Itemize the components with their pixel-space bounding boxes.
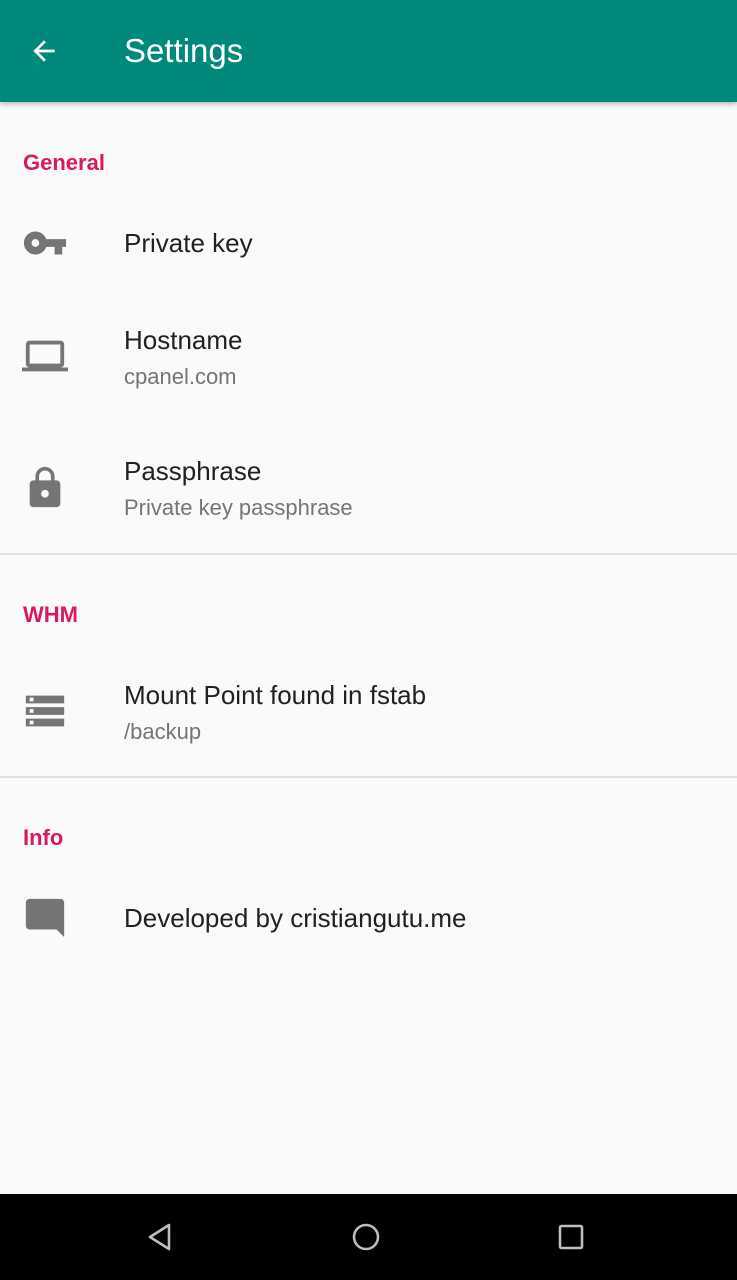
nav-recents-button[interactable] [545, 1211, 597, 1263]
back-triangle-icon [148, 1223, 171, 1251]
nav-home-button[interactable] [340, 1211, 392, 1263]
home-circle-icon [352, 1223, 380, 1251]
arrow-back-icon [33, 40, 55, 62]
system-nav-bar [0, 1194, 737, 1280]
pref-passphrase[interactable]: Passphrase Private key passphrase [0, 422, 737, 554]
pref-mount-point[interactable]: Mount Point found in fstab /backup [0, 646, 737, 776]
pref-summary: /backup [124, 719, 202, 744]
page-title: Settings [124, 32, 244, 69]
back-button[interactable] [18, 25, 70, 77]
pref-title: Passphrase [124, 456, 262, 486]
lock-icon [22, 465, 68, 511]
pref-title: Mount Point found in fstab [124, 680, 427, 710]
section-divider [0, 553, 737, 555]
key-icon [22, 220, 68, 266]
pref-title: Hostname [124, 325, 243, 355]
laptop-icon [22, 333, 68, 379]
app-bar: Settings [0, 0, 737, 102]
pref-developer[interactable]: Developed by cristiangutu.me [0, 869, 737, 967]
section-header-general: General [23, 150, 105, 175]
section-header-info: Info [23, 825, 64, 850]
section-header-whm: WHM [23, 602, 78, 627]
pref-title: Developed by cristiangutu.me [124, 903, 467, 933]
pref-summary: Private key passphrase [124, 495, 353, 520]
message-icon [22, 895, 68, 941]
storage-icon [22, 688, 68, 734]
pref-hostname[interactable]: Hostname cpanel.com [0, 292, 737, 422]
section-divider [0, 776, 737, 778]
pref-summary: cpanel.com [124, 364, 237, 389]
nav-back-button[interactable] [134, 1211, 186, 1263]
pref-title: Private key [124, 228, 253, 258]
settings-list[interactable]: General Private key Hostname cpanel.com … [0, 102, 737, 1194]
recents-square-icon [558, 1224, 584, 1250]
pref-private-key[interactable]: Private key [0, 194, 737, 292]
